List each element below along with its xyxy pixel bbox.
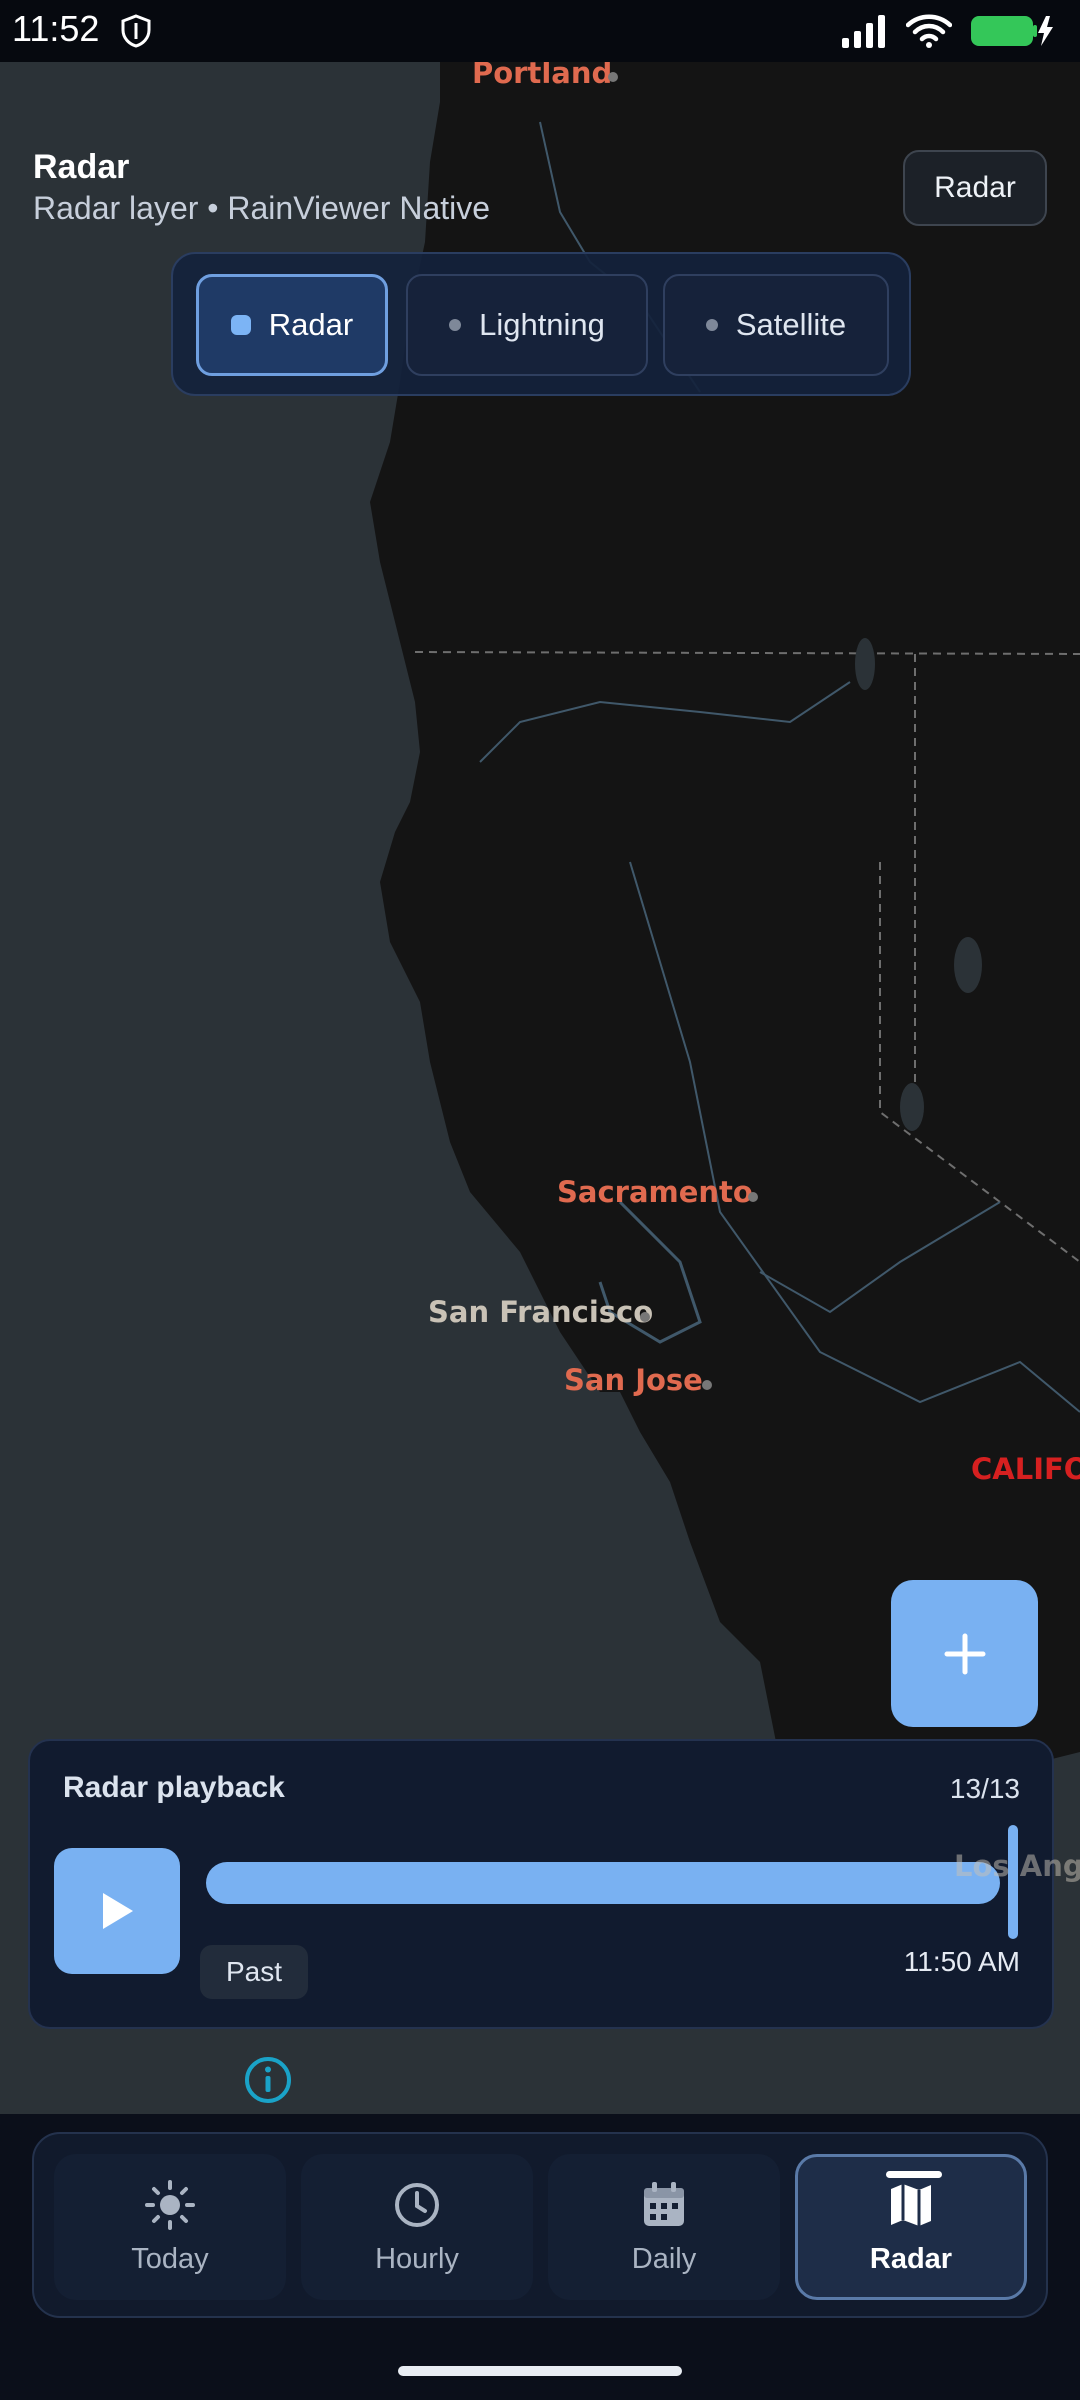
shield-icon [121, 14, 151, 48]
nav-item-radar[interactable]: Radar [795, 2154, 1027, 2300]
layer-label: Radar [268, 307, 354, 342]
city-dot [748, 1192, 758, 1202]
play-button[interactable] [54, 1848, 180, 1974]
city-label-sacramento: Sacramento [557, 1175, 753, 1209]
nav-label: Hourly [375, 2242, 459, 2275]
play-icon [103, 1893, 133, 1929]
city-label-los-angeles: Los Ange [954, 1849, 1080, 1883]
active-indicator [886, 2171, 942, 2178]
lake [954, 937, 982, 993]
map-icon [891, 2183, 931, 2226]
signal-icon [842, 15, 885, 48]
status-time: 11:52 [12, 8, 100, 49]
city-dot [608, 72, 618, 82]
city-dot [640, 1312, 650, 1322]
nav-label: Radar [869, 2242, 953, 2275]
layer-selector: Radar Lightning Satellite [171, 252, 911, 396]
dot-icon [705, 319, 718, 331]
plus-icon [944, 1633, 985, 1674]
page-title: Radar [33, 148, 130, 186]
nav-item-today[interactable]: Today [54, 2154, 286, 2300]
lake [900, 1083, 924, 1131]
wifi-icon [906, 14, 952, 48]
playback-time: 11:50 AM [903, 1946, 1020, 1977]
layer-satellite-button[interactable]: Satellite [663, 274, 889, 376]
selected-dot-icon [230, 315, 251, 335]
city-dot [702, 1380, 712, 1390]
frame-counter: 13/13 [949, 1773, 1020, 1804]
past-chip[interactable]: Past [200, 1945, 308, 1999]
radar-playback-panel: Radar playback 13/13 Past 11:50 AM [28, 1739, 1054, 2029]
layer-radar-button[interactable]: Radar [196, 274, 388, 376]
layer-label: Lightning [479, 307, 605, 342]
calendar-icon [644, 2181, 684, 2226]
bottom-navigation: Today Hourly Daily Radar [32, 2132, 1048, 2318]
nav-label: Today [131, 2242, 209, 2275]
home-indicator[interactable] [398, 2366, 682, 2376]
city-label-portland: Portland [472, 62, 613, 90]
layer-label: Satellite [735, 307, 847, 342]
battery-charging-icon [971, 16, 1053, 46]
nav-item-daily[interactable]: Daily [548, 2154, 780, 2300]
info-icon[interactable] [244, 2056, 292, 2104]
layer-lightning-button[interactable]: Lightning [406, 274, 648, 376]
city-label-san-francisco: San Francisco [428, 1295, 654, 1329]
lake [855, 638, 875, 690]
nav-item-hourly[interactable]: Hourly [301, 2154, 533, 2300]
city-label-san-jose: San Jose [564, 1363, 703, 1397]
sun-icon [145, 2179, 195, 2230]
clock-icon [395, 2182, 439, 2227]
status-bar: 11:52 [0, 0, 1080, 62]
state-label-california: CALIFO [971, 1452, 1080, 1486]
nav-label: Daily [631, 2242, 697, 2275]
zoom-in-button[interactable] [891, 1580, 1038, 1727]
playback-title: Radar playback [63, 1771, 285, 1804]
page-subtitle: Radar layer • RainViewer Native [33, 190, 491, 226]
radar-button[interactable]: Radar [903, 150, 1047, 226]
dot-icon [449, 319, 462, 331]
playback-progress-bar[interactable] [206, 1862, 1000, 1904]
